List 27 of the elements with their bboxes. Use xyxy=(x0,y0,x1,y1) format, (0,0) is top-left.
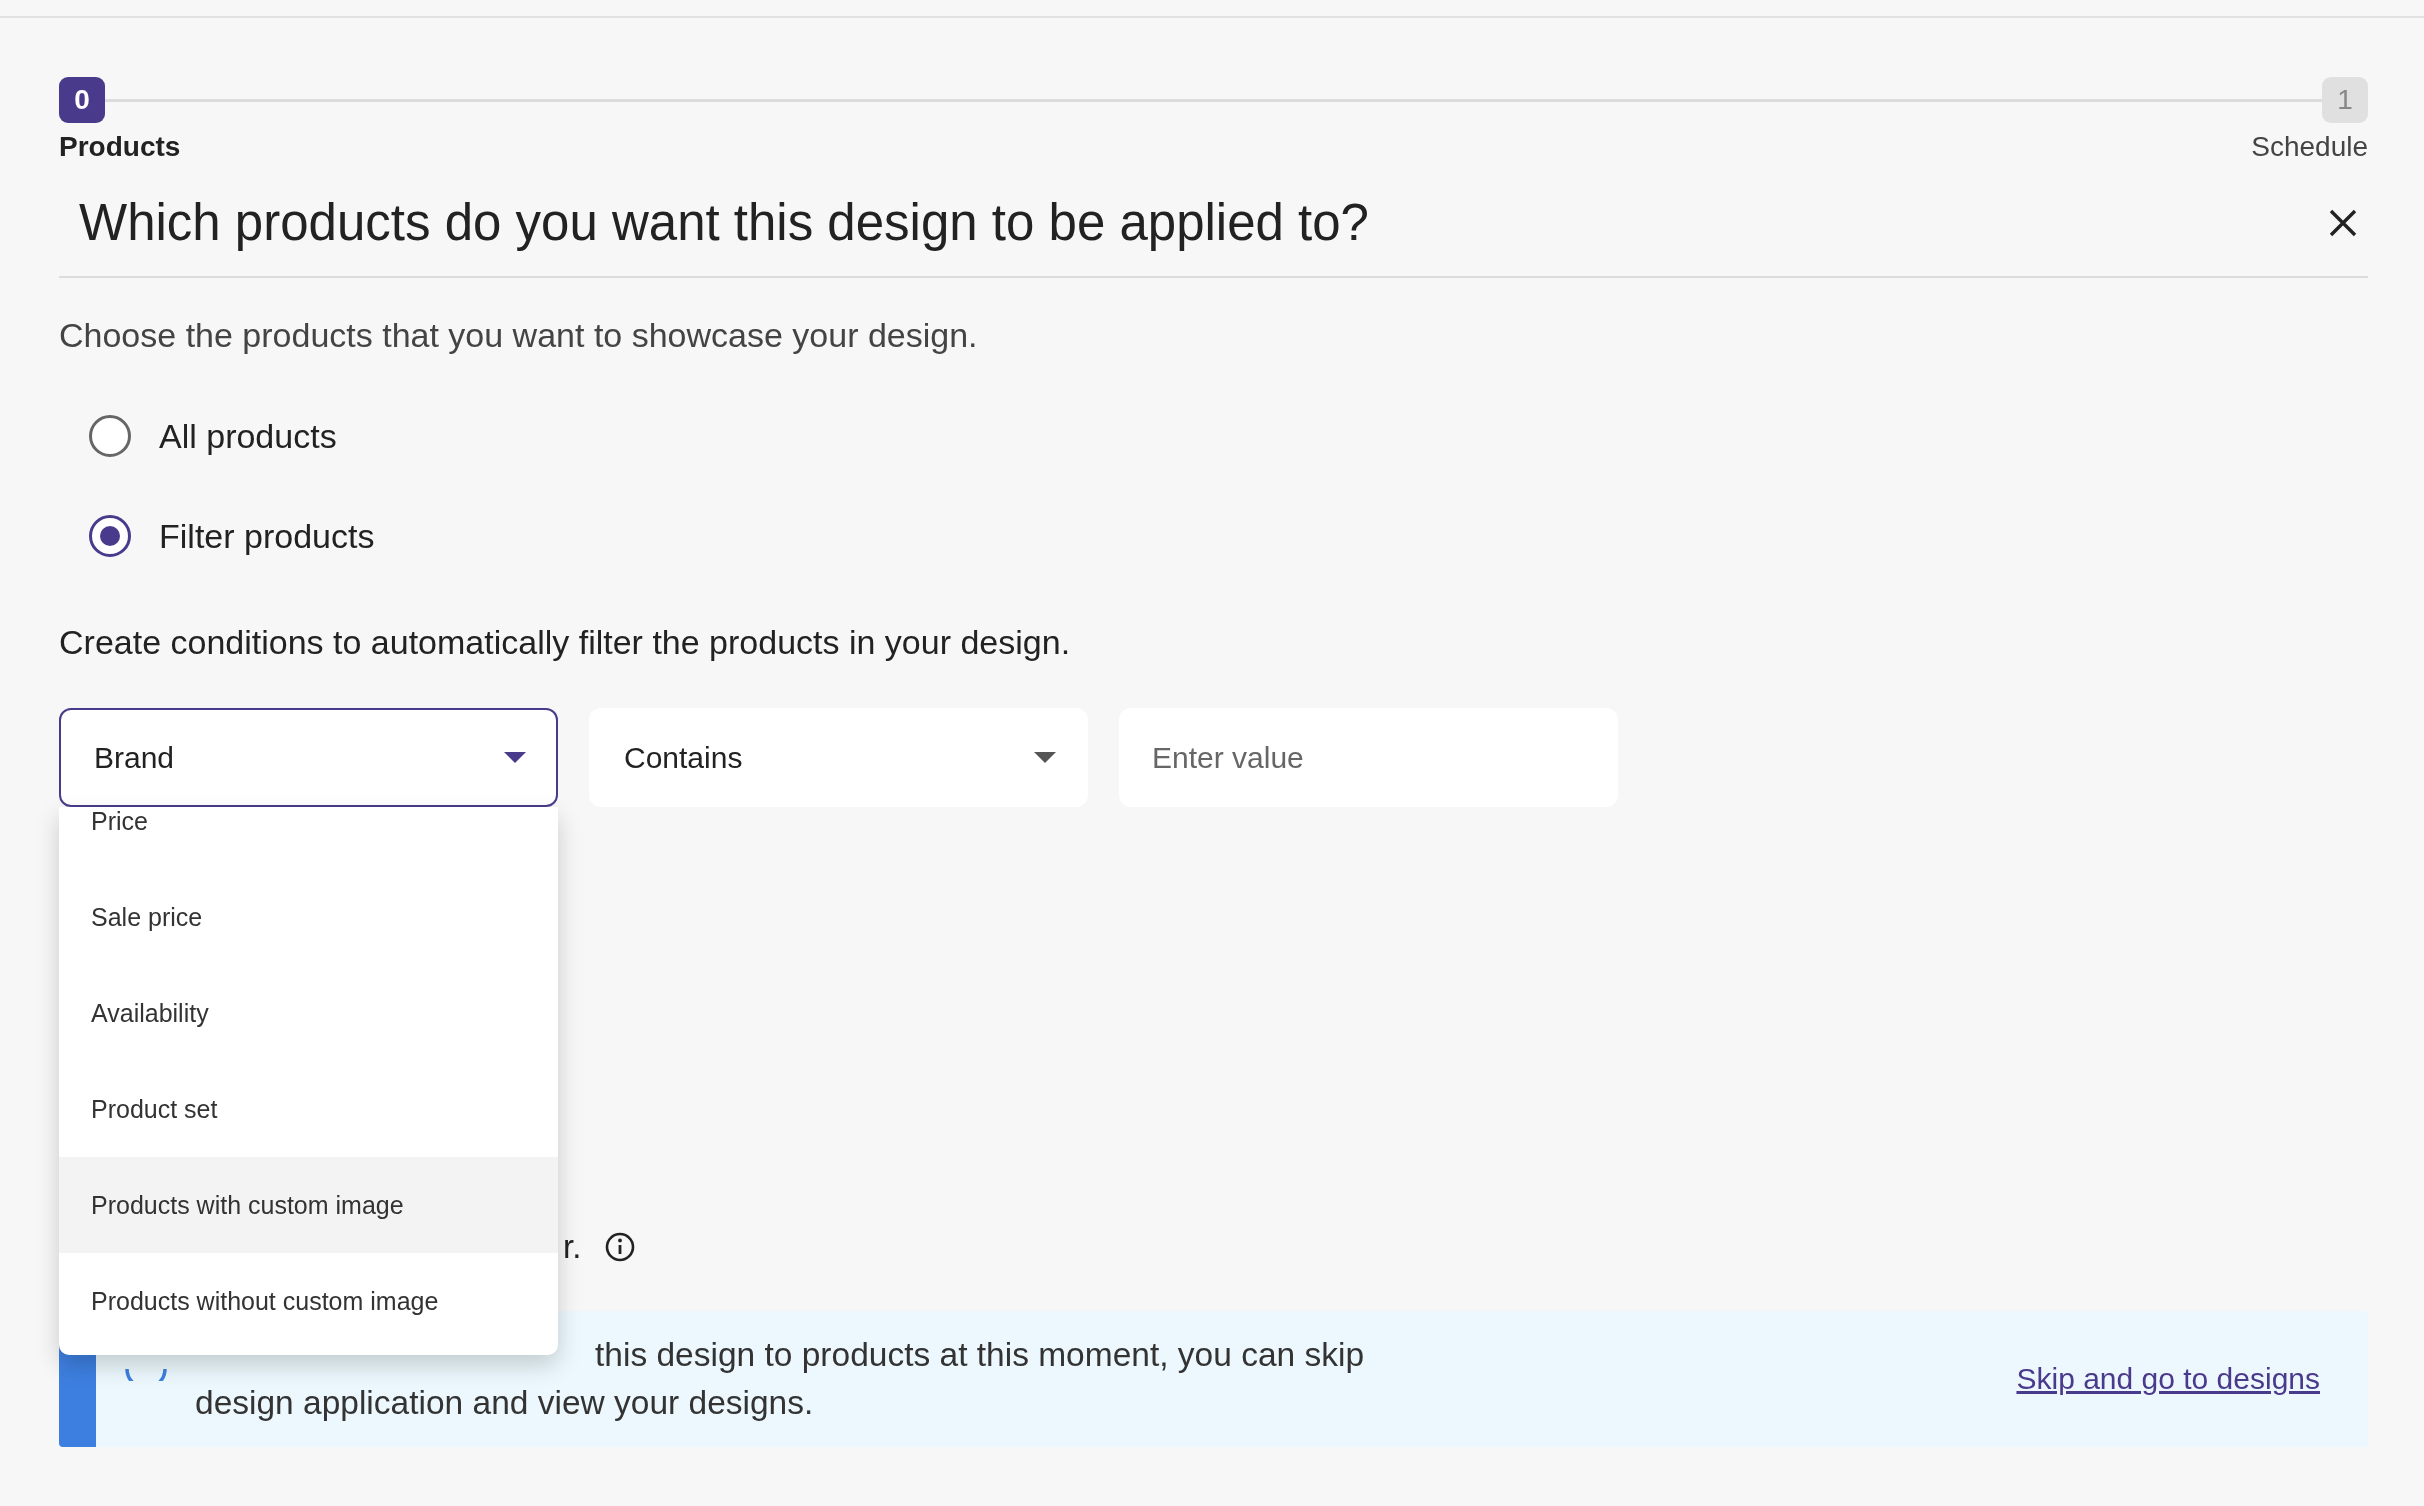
menu-item[interactable]: Products without custom image xyxy=(59,1253,558,1349)
caret-icon xyxy=(504,752,526,763)
instruction-text: Choose the products that you want to showcase your design. xyxy=(59,316,979,355)
skip-link[interactable]: Skip and go to designs xyxy=(2016,1362,2320,1396)
radio-button[interactable] xyxy=(89,515,131,557)
banner-text: this design to products at this moment, you can skip xyxy=(595,1335,1365,1375)
radio-label[interactable]: All products xyxy=(159,416,337,456)
field-select[interactable]: Brand xyxy=(59,708,558,807)
step-label: Products xyxy=(59,131,181,163)
value-field[interactable]: Enter value xyxy=(1119,708,1618,807)
menu-item[interactable]: Availability xyxy=(59,965,558,1061)
radio-label[interactable]: Filter products xyxy=(159,516,375,556)
operator-select[interactable]: Contains xyxy=(589,708,1088,807)
menu-item[interactable]: Product set xyxy=(59,1061,558,1157)
step-number: 0 xyxy=(59,77,105,123)
menu-item[interactable]: Sale price xyxy=(59,869,558,965)
instruction-text: Create conditions to automatically filter the products in your design. xyxy=(59,623,1072,662)
close-icon[interactable] xyxy=(2328,207,2358,238)
menu-item[interactable]: Price xyxy=(59,807,558,869)
note-text: r. xyxy=(563,1228,582,1266)
banner-text: design application and view your designs. xyxy=(195,1383,815,1423)
dialog-title: Which products do you want this design to be applied to? xyxy=(79,193,1369,252)
step-number: 1 xyxy=(2322,77,2368,123)
caret-icon xyxy=(1034,752,1056,763)
menu-item[interactable]: Products with custom image xyxy=(59,1157,558,1253)
radio-button[interactable] xyxy=(89,415,131,457)
step-label: Schedule xyxy=(2251,131,2368,163)
